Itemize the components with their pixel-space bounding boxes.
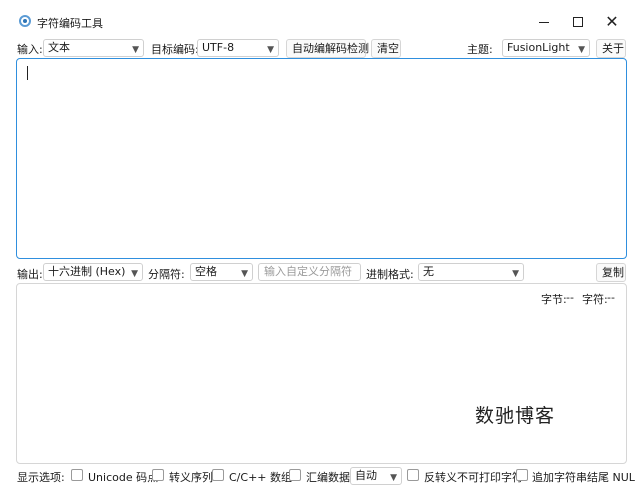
theme-value: FusionLight [507, 41, 570, 54]
c-array-checkbox[interactable] [212, 469, 224, 481]
close-icon: ✕ [605, 12, 619, 31]
chevron-down-icon: ▼ [131, 269, 138, 279]
window-title: 字符编码工具 [37, 17, 103, 30]
chevron-down-icon: ▼ [267, 45, 274, 55]
radix-format-select[interactable]: 无 ▼ [418, 263, 524, 281]
escape-nonprintable-checkbox[interactable] [407, 469, 419, 481]
clear-button[interactable]: 清空 [371, 39, 401, 58]
bytes-label: 字节: [541, 293, 567, 306]
theme-select[interactable]: FusionLight ▼ [502, 39, 590, 57]
c-array-label: C/C++ 数组 [229, 471, 292, 484]
close-button[interactable]: ✕ [597, 10, 627, 34]
watermark-text: 数驰博客 [475, 405, 556, 427]
unicode-codepoints-checkbox[interactable] [71, 469, 83, 481]
radix-format-label: 进制格式: [366, 268, 414, 281]
separator-label: 分隔符: [148, 268, 185, 281]
append-nul-label: 追加字符串结尾 NUL [532, 471, 635, 484]
append-nul-checkbox[interactable] [516, 469, 528, 481]
chevron-down-icon: ▼ [241, 269, 248, 279]
chars-label: 字符: [582, 293, 608, 306]
asm-data-checkbox[interactable] [289, 469, 301, 481]
chars-value: -- [607, 291, 615, 304]
separator-value: 空格 [195, 265, 217, 278]
chevron-down-icon: ▼ [132, 45, 139, 55]
radix-format-value: 无 [423, 265, 434, 278]
copy-button[interactable]: 复制 [596, 263, 626, 282]
input-label: 输入: [17, 43, 43, 56]
app-icon [19, 15, 31, 27]
custom-separator-input[interactable]: 输入自定义分隔符 [258, 263, 361, 281]
input-mode-value: 文本 [48, 41, 70, 54]
about-button[interactable]: 关于 [596, 39, 626, 58]
input-mode-select[interactable]: 文本 ▼ [43, 39, 144, 57]
text-caret [27, 66, 28, 80]
target-encoding-value: UTF-8 [202, 41, 235, 54]
asm-data-label: 汇编数据 [306, 471, 350, 484]
theme-label: 主题: [467, 43, 493, 56]
output-textarea[interactable] [16, 283, 627, 464]
asm-mode-select[interactable]: 自动 ▼ [350, 467, 402, 485]
asm-mode-value: 自动 [355, 469, 377, 482]
target-encoding-label: 目标编码: [151, 43, 199, 56]
input-textarea[interactable] [16, 58, 627, 259]
escape-sequence-checkbox[interactable] [152, 469, 164, 481]
output-format-select[interactable]: 十六进制 (Hex) ▼ [43, 263, 143, 281]
custom-separator-placeholder: 输入自定义分隔符 [264, 265, 352, 278]
escape-sequence-label: 转义序列 [169, 471, 213, 484]
output-format-value: 十六进制 (Hex) [48, 265, 126, 278]
minimize-icon [539, 21, 549, 23]
output-label: 输出: [17, 268, 43, 281]
unicode-codepoints-label: Unicode 码点 [88, 471, 159, 484]
escape-nonprintable-label: 反转义不可打印字符 [424, 471, 523, 484]
maximize-button[interactable] [563, 10, 593, 34]
chevron-down-icon: ▼ [512, 269, 519, 279]
separator-select[interactable]: 空格 ▼ [190, 263, 253, 281]
maximize-icon [573, 17, 583, 27]
chevron-down-icon: ▼ [578, 45, 585, 55]
bytes-value: -- [566, 291, 574, 304]
minimize-button[interactable] [529, 10, 559, 34]
target-encoding-select[interactable]: UTF-8 ▼ [197, 39, 279, 57]
title-bar: 字符编码工具 ✕ [0, 0, 643, 40]
auto-detect-button[interactable]: 自动编解码检测 [286, 39, 369, 58]
display-options-label: 显示选项: [17, 471, 65, 484]
chevron-down-icon: ▼ [390, 473, 397, 483]
